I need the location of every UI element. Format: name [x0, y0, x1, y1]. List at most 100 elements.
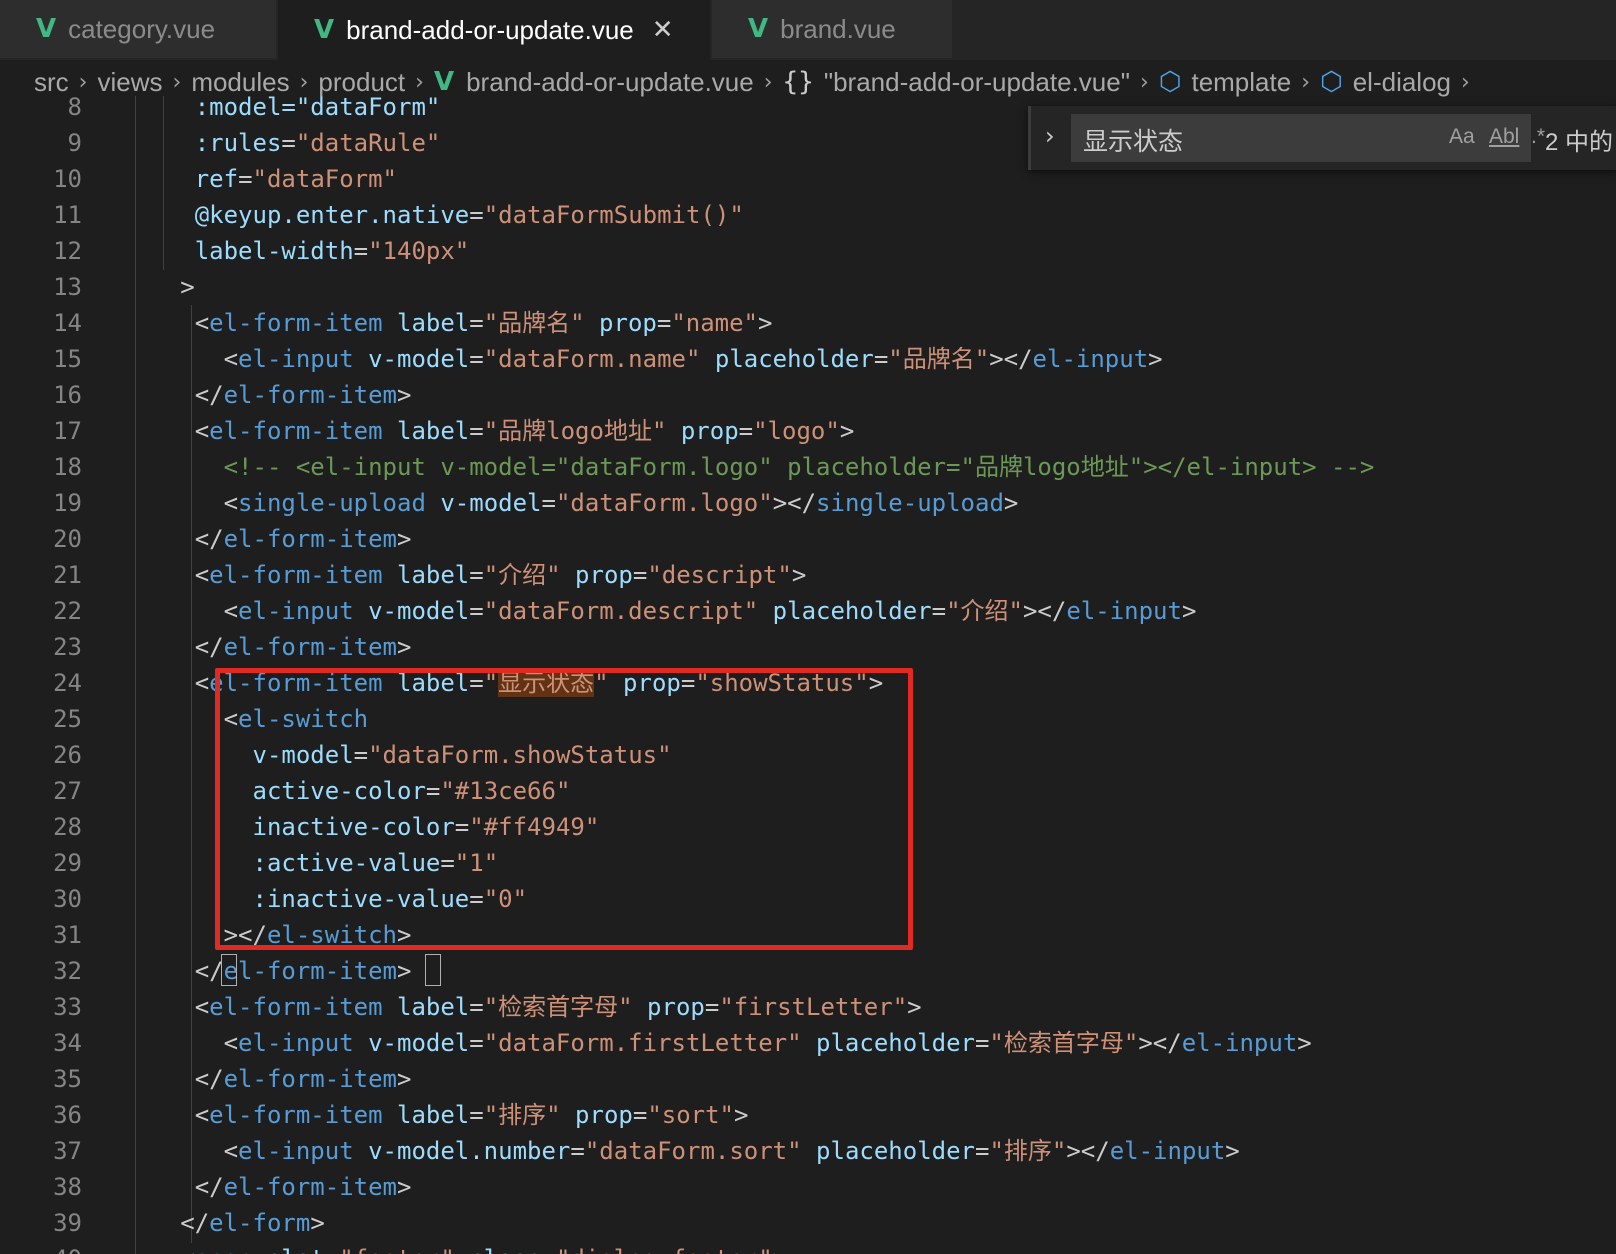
breadcrumb-item-template[interactable]: template — [1191, 67, 1291, 98]
code-token: > — [839, 417, 855, 445]
breadcrumb-item-product[interactable]: product — [318, 67, 405, 98]
code-line[interactable]: 40 <span slot="footer" class="dialog-foo… — [0, 1242, 1616, 1254]
code-token: label — [382, 1101, 470, 1129]
code-token: > — [397, 381, 412, 409]
code-token: el-input — [1032, 345, 1149, 373]
find-input[interactable]: 显示状态 Aa Abl .* — [1071, 114, 1545, 162]
code-line[interactable]: 37 <el-input v-model.number="dataForm.so… — [0, 1134, 1616, 1169]
breadcrumb-item-el-dialog[interactable]: el-dialog — [1353, 67, 1451, 98]
code-token: "排序" — [483, 1101, 561, 1129]
code-line[interactable]: 13 > — [0, 270, 1616, 305]
code-token: > — [1003, 489, 1019, 517]
vue-file-icon: V — [748, 14, 769, 44]
code-token: < — [194, 1101, 210, 1129]
find-query: 显示状态 — [1083, 128, 1184, 156]
code-text: </el-form-item> — [108, 630, 412, 665]
code-text: @keyup.enter.native="dataFormSubmit()" — [108, 198, 744, 233]
line-number: 35 — [53, 1065, 82, 1093]
line-number: 9 — [67, 129, 82, 157]
code-token: > — [758, 309, 773, 337]
code-token: > — [397, 1065, 412, 1093]
tab-category-vue[interactable]: V category.vue — [0, 0, 276, 58]
code-text: </el-form-item> — [108, 1170, 412, 1205]
breadcrumb-item-src[interactable]: src — [34, 67, 69, 98]
breadcrumb-item-modules[interactable]: modules — [191, 67, 289, 98]
code-token: = — [469, 1029, 484, 1057]
close-icon[interactable]: ✕ — [652, 15, 674, 45]
code-token: </ — [194, 1173, 224, 1201]
code-text: label-width="140px" — [108, 234, 470, 269]
regex-toggle[interactable]: .* — [1531, 125, 1545, 149]
code-token: </ — [194, 1065, 224, 1093]
code-token: = — [353, 237, 369, 265]
code-line[interactable]: 23 </el-form-item> — [0, 630, 1616, 665]
code-token: < — [223, 489, 239, 517]
code-token: > — [1225, 1137, 1240, 1165]
code-token: "介绍" — [483, 561, 561, 589]
code-token: < — [223, 1029, 239, 1057]
line-number: 36 — [53, 1101, 82, 1129]
code-line[interactable]: 39 </el-form> — [0, 1206, 1616, 1241]
code-token: = — [656, 309, 672, 337]
code-token: "sort" — [647, 1101, 735, 1129]
code-line[interactable]: 16 </el-form-item> — [0, 378, 1616, 413]
tab-brand-add-or-update-vue[interactable]: V brand-add-or-update.vue ✕ — [278, 0, 710, 60]
code-line[interactable]: 14 <el-form-item label="品牌名" prop="name"… — [0, 306, 1616, 341]
match-case-toggle[interactable]: Aa — [1449, 125, 1475, 149]
code-token: ></ — [1066, 1137, 1110, 1165]
code-text: ref="dataForm" — [108, 162, 397, 197]
code-line[interactable]: 11 @keyup.enter.native="dataFormSubmit()… — [0, 198, 1616, 233]
breadcrumb-item-file[interactable]: brand-add-or-update.vue — [466, 67, 754, 98]
code-token: "dialog-footer" — [556, 1245, 773, 1254]
code-token: > — [310, 1209, 325, 1237]
code-line[interactable]: 20 </el-form-item> — [0, 522, 1616, 557]
line-number: 16 — [53, 381, 82, 409]
code-token: "检索首字母" — [483, 993, 633, 1021]
breadcrumb-item-views[interactable]: views — [97, 67, 162, 98]
code-token: placeholder — [801, 1137, 975, 1165]
code-token: el-form-item — [223, 525, 397, 553]
code-token: el-form-item — [209, 309, 383, 337]
code-token: span — [195, 1245, 253, 1254]
code-token: > — [180, 273, 195, 301]
code-token: "footer" — [339, 1245, 455, 1254]
line-number: 8 — [67, 96, 82, 121]
breadcrumb-item-module[interactable]: "brand-add-or-update.vue" — [824, 67, 1130, 98]
code-token: "介绍" — [946, 597, 1023, 625]
code-line[interactable]: 36 <el-form-item label="排序" prop="sort"> — [0, 1098, 1616, 1133]
code-token: @keyup.enter.native — [194, 201, 470, 229]
code-token: el-input — [238, 345, 354, 373]
code-line[interactable]: 22 <el-input v-model="dataForm.descript"… — [0, 594, 1616, 629]
code-line[interactable]: 38 </el-form-item> — [0, 1170, 1616, 1205]
code-line[interactable]: 19 <single-upload v-model="dataForm.logo… — [0, 486, 1616, 521]
tab-bar: V category.vue V brand-add-or-update.vue… — [0, 0, 1616, 60]
code-line[interactable]: 12 label-width="140px" — [0, 234, 1616, 269]
code-line[interactable]: 32 </el-form-item> — [0, 954, 1616, 989]
code-token: = — [974, 1029, 990, 1057]
code-token: :rules — [194, 129, 282, 157]
code-text: <el-form-item label="排序" prop="sort"> — [108, 1098, 749, 1133]
code-line[interactable]: 21 <el-form-item label="介绍" prop="descri… — [0, 558, 1616, 593]
code-line[interactable]: 18 <!-- <el-input v-model="dataForm.logo… — [0, 450, 1616, 485]
line-number: 24 — [53, 669, 82, 697]
chevron-right-icon[interactable]: › — [1045, 122, 1055, 150]
code-line[interactable]: 34 <el-input v-model="dataForm.firstLett… — [0, 1026, 1616, 1061]
code-line[interactable]: 17 <el-form-item label="品牌logo地址" prop="… — [0, 414, 1616, 449]
whole-word-toggle[interactable]: Abl — [1489, 125, 1519, 149]
line-number: 40 — [0, 1242, 82, 1254]
code-token: "logo" — [753, 417, 840, 445]
tab-brand-vue[interactable]: V brand.vue — [712, 0, 952, 58]
vue-file-icon: V — [433, 67, 455, 97]
code-line[interactable]: 35 </el-form-item> — [0, 1062, 1616, 1097]
code-line[interactable]: 33 <el-form-item label="检索首字母" prop="fir… — [0, 990, 1616, 1025]
code-token: class — [455, 1245, 541, 1254]
code-token: < — [223, 597, 239, 625]
code-line[interactable]: 15 <el-input v-model="dataForm.name" pla… — [0, 342, 1616, 377]
code-token: el-form-item — [223, 381, 397, 409]
